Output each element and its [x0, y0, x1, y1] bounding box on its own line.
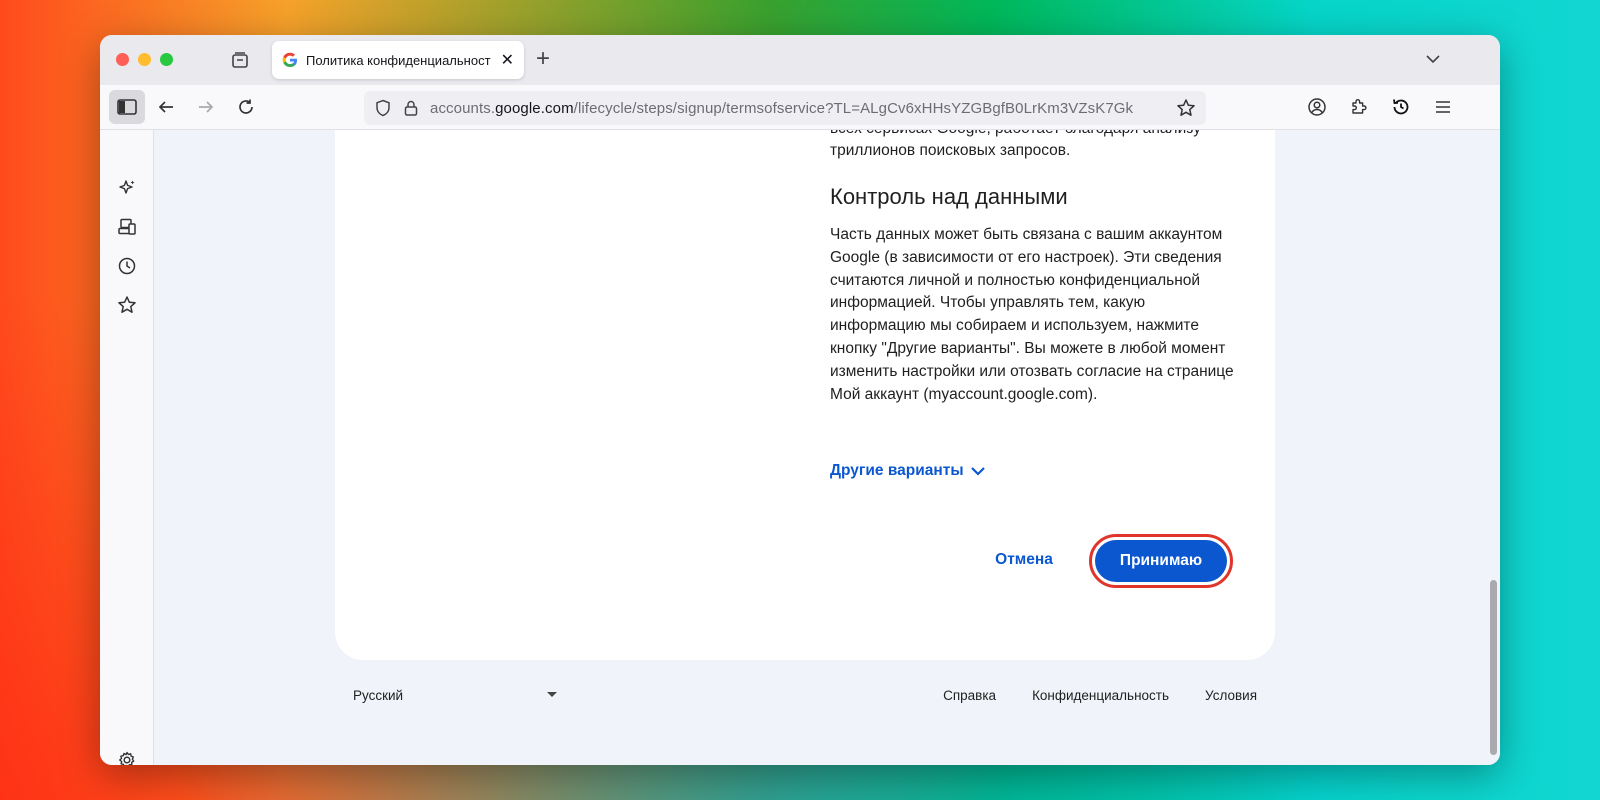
- language-label: Русский: [353, 688, 404, 703]
- minimize-window-button[interactable]: [138, 53, 151, 66]
- data-control-paragraph: Часть данных может быть связана с вашим …: [830, 226, 1234, 403]
- shield-icon[interactable]: [374, 99, 392, 117]
- forward-button[interactable]: [195, 96, 217, 118]
- extensions-button[interactable]: [1348, 96, 1370, 118]
- tab-privacy-policy[interactable]: Политика конфиденциальност ✕: [272, 41, 524, 79]
- cancel-button[interactable]: Отмена: [975, 540, 1073, 580]
- google-icon: [282, 52, 297, 67]
- accept-highlight: Принимаю: [1089, 534, 1233, 588]
- web-page-content: всех сервисах Google, работает благодаря…: [154, 130, 1500, 765]
- language-select[interactable]: Русский: [353, 688, 557, 703]
- browser-window: Политика конфиденциальност ✕ + accounts.…: [100, 35, 1500, 765]
- lock-icon[interactable]: [402, 99, 420, 117]
- reload-icon: [239, 99, 253, 114]
- account-icon: [1308, 98, 1326, 116]
- dropdown-arrow-icon: [547, 692, 557, 697]
- chevron-down-icon[interactable]: [1424, 50, 1442, 68]
- window-controls: [116, 53, 173, 66]
- history-button[interactable]: [1390, 96, 1412, 118]
- tab-close-icon[interactable]: ✕: [501, 50, 514, 70]
- footer-link-help[interactable]: Справка: [943, 688, 996, 703]
- previous-paragraph: всех сервисах Google, работает благодаря…: [830, 130, 1201, 159]
- puzzle-icon: [1352, 99, 1367, 114]
- gear-icon[interactable]: [117, 750, 137, 765]
- terms-card: всех сервисах Google, работает благодаря…: [335, 130, 1275, 660]
- browser-sidebar: [100, 130, 154, 765]
- url-text: accounts.google.com/lifecycle/steps/sign…: [430, 99, 1134, 117]
- close-window-button[interactable]: [116, 53, 129, 66]
- footer-links: Справка Конфиденциальность Условия: [943, 688, 1257, 703]
- page-scrollbar[interactable]: [1490, 580, 1497, 755]
- back-button[interactable]: [155, 96, 177, 118]
- arrow-left-icon: [158, 101, 173, 113]
- ai-sparkle-icon[interactable]: [117, 178, 137, 198]
- navigation-toolbar: accounts.google.com/lifecycle/steps/sign…: [100, 85, 1500, 130]
- address-bar[interactable]: accounts.google.com/lifecycle/steps/sign…: [364, 91, 1206, 125]
- synced-devices-icon[interactable]: [117, 217, 137, 237]
- menu-button[interactable]: [1432, 96, 1454, 118]
- maximize-window-button[interactable]: [160, 53, 173, 66]
- chevron-down-icon: [970, 467, 985, 476]
- hamburger-icon: [1436, 101, 1450, 113]
- account-button[interactable]: [1306, 96, 1328, 118]
- tab-list-icon[interactable]: [230, 50, 250, 70]
- sidebar-toggle-button[interactable]: [109, 90, 145, 124]
- page-footer: Русский Справка Конфиденциальность Услов…: [335, 688, 1275, 718]
- footer-link-terms[interactable]: Условия: [1205, 688, 1257, 703]
- reload-button[interactable]: [235, 96, 257, 118]
- history-icon: [1393, 99, 1409, 115]
- tab-bar: Политика конфиденциальност ✕ +: [100, 35, 1500, 85]
- clock-icon[interactable]: [117, 256, 137, 276]
- new-tab-button[interactable]: +: [536, 47, 550, 71]
- more-options-link[interactable]: Другие варианты: [830, 462, 1250, 480]
- arrow-right-icon: [199, 101, 214, 113]
- section-title: Контроль над данными: [830, 184, 1068, 209]
- sidebar-icon: [117, 99, 137, 115]
- accept-button[interactable]: Принимаю: [1095, 540, 1227, 582]
- more-options-label: Другие варианты: [830, 462, 964, 479]
- bookmark-star-icon[interactable]: [1176, 98, 1196, 118]
- footer-link-privacy[interactable]: Конфиденциальность: [1032, 688, 1169, 703]
- tab-title: Политика конфиденциальност: [306, 52, 491, 68]
- bookmarks-star-icon[interactable]: [117, 295, 137, 315]
